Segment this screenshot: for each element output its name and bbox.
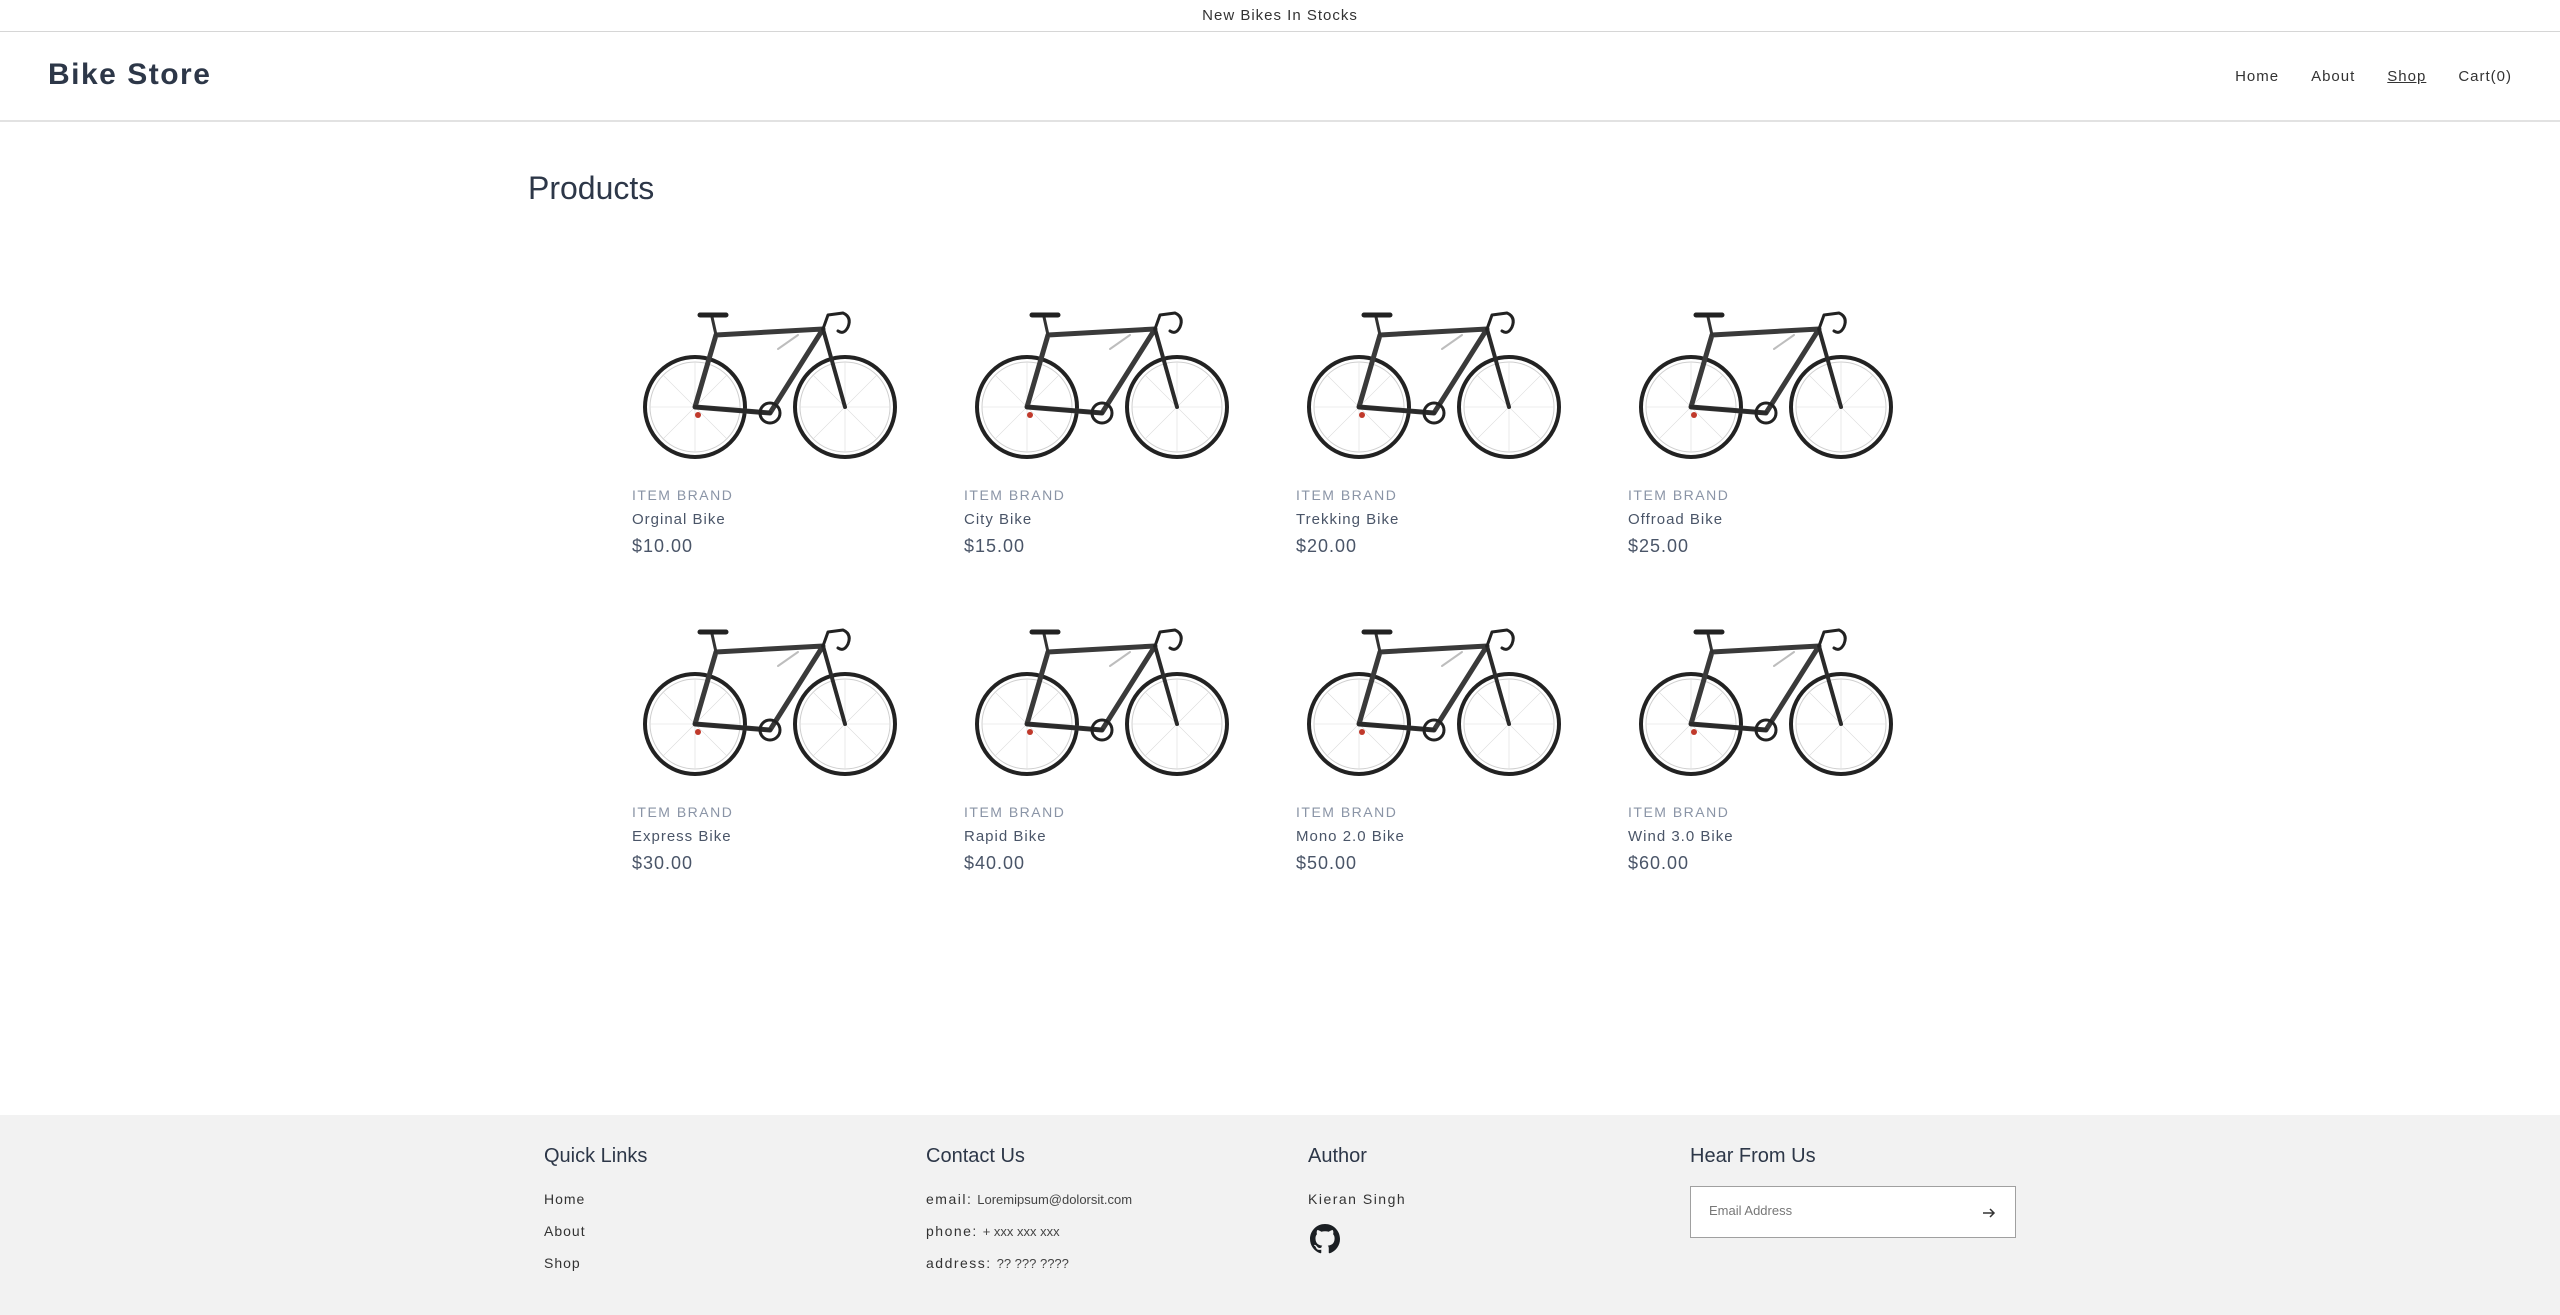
product-name[interactable]: Orginal Bike	[632, 511, 904, 528]
product-price: $60.00	[1628, 853, 1690, 873]
main-nav: Home About Shop Cart(0)	[2203, 68, 2512, 85]
newsletter-email-input[interactable]	[1709, 1203, 1959, 1218]
footer-quick-links: Quick Links Home About Shop	[544, 1145, 647, 1286]
product-image[interactable]	[632, 612, 904, 782]
product-price: $20.00	[1296, 536, 1358, 556]
product-name[interactable]: Offroad Bike	[1628, 511, 1900, 528]
product-image[interactable]	[1296, 612, 1568, 782]
product-price: $10.00	[632, 536, 694, 556]
nav-cart[interactable]: Cart(0)	[2458, 68, 2512, 85]
product-image[interactable]	[632, 295, 904, 465]
product-card[interactable]: ITEM BRAND Trekking Bike $20.00	[1296, 295, 1568, 568]
site-footer: Quick Links Home About Shop Contact Us e…	[0, 1115, 2560, 1315]
product-card[interactable]: ITEM BRAND Orginal Bike $10.00	[632, 295, 904, 568]
footer-link-about[interactable]: About	[544, 1223, 586, 1239]
site-header: Bike Store Home About Shop Cart(0)	[0, 32, 2560, 122]
product-image[interactable]	[1628, 612, 1900, 782]
footer-heading-newsletter: Hear From Us	[1690, 1145, 1816, 1167]
product-card[interactable]: ITEM BRAND Express Bike $30.00	[632, 612, 904, 885]
newsletter-form	[1690, 1186, 2016, 1238]
author-name: Kieran Singh	[1308, 1191, 1407, 1207]
github-icon[interactable]	[1310, 1224, 1340, 1254]
product-image[interactable]	[1628, 295, 1900, 465]
product-brand: ITEM BRAND	[632, 487, 734, 503]
product-card[interactable]: ITEM BRAND City Bike $15.00	[964, 295, 1236, 568]
nav-home[interactable]: Home	[2235, 68, 2279, 85]
product-brand: ITEM BRAND	[632, 804, 734, 820]
product-brand: ITEM BRAND	[1628, 487, 1730, 503]
nav-about[interactable]: About	[2311, 68, 2355, 85]
product-brand: ITEM BRAND	[1628, 804, 1730, 820]
email-label: email:	[926, 1191, 973, 1207]
product-brand: ITEM BRAND	[964, 487, 1066, 503]
announcement-bar: New Bikes In Stocks	[0, 0, 2560, 32]
product-card[interactable]: ITEM BRAND Mono 2.0 Bike $50.00	[1296, 612, 1568, 885]
footer-newsletter: Hear From Us	[1690, 1145, 2016, 1238]
product-price: $50.00	[1296, 853, 1358, 873]
product-card[interactable]: ITEM BRAND Wind 3.0 Bike $60.00	[1628, 612, 1900, 885]
product-name[interactable]: City Bike	[964, 511, 1236, 528]
product-price: $40.00	[964, 853, 1026, 873]
product-brand: ITEM BRAND	[1296, 804, 1398, 820]
product-image[interactable]	[964, 295, 1236, 465]
address-label: address:	[926, 1255, 992, 1271]
product-name[interactable]: Mono 2.0 Bike	[1296, 828, 1568, 845]
contact-email: Loremipsum@dolorsit.com	[977, 1192, 1133, 1207]
site-logo[interactable]: Bike Store	[48, 58, 211, 92]
footer-heading-author: Author	[1308, 1145, 1367, 1167]
product-card[interactable]: ITEM BRAND Rapid Bike $40.00	[964, 612, 1236, 885]
footer-contact: Contact Us email: Loremipsum@dolorsit.co…	[926, 1145, 1132, 1286]
nav-shop[interactable]: Shop	[2387, 68, 2426, 85]
announcement-text: New Bikes In Stocks	[1202, 7, 1358, 24]
product-image[interactable]	[1296, 295, 1568, 465]
product-price: $25.00	[1628, 536, 1690, 556]
product-price: $15.00	[964, 536, 1026, 556]
product-name[interactable]: Rapid Bike	[964, 828, 1236, 845]
product-brand: ITEM BRAND	[964, 804, 1066, 820]
footer-heading-quick-links: Quick Links	[544, 1145, 648, 1167]
product-card[interactable]: ITEM BRAND Offroad Bike $25.00	[1628, 295, 1900, 568]
product-price: $30.00	[632, 853, 694, 873]
footer-heading-contact: Contact Us	[926, 1145, 1025, 1167]
footer-author: Author Kieran Singh	[1308, 1145, 1406, 1259]
footer-link-shop[interactable]: Shop	[544, 1255, 581, 1271]
product-name[interactable]: Trekking Bike	[1296, 511, 1568, 528]
product-name[interactable]: Wind 3.0 Bike	[1628, 828, 1900, 845]
contact-phone: + xxx xxx xxx	[982, 1224, 1060, 1239]
phone-label: phone:	[926, 1223, 978, 1239]
product-brand: ITEM BRAND	[1296, 487, 1398, 503]
contact-address: ?? ??? ????	[996, 1256, 1069, 1271]
arrow-right-icon[interactable]	[1977, 1201, 2001, 1225]
footer-link-home[interactable]: Home	[544, 1191, 585, 1207]
page-title: Products	[528, 170, 655, 206]
product-grid: ITEM BRAND Orginal Bike $10.00 ITEM BRAN…	[632, 295, 1960, 885]
product-name[interactable]: Express Bike	[632, 828, 904, 845]
product-image[interactable]	[964, 612, 1236, 782]
